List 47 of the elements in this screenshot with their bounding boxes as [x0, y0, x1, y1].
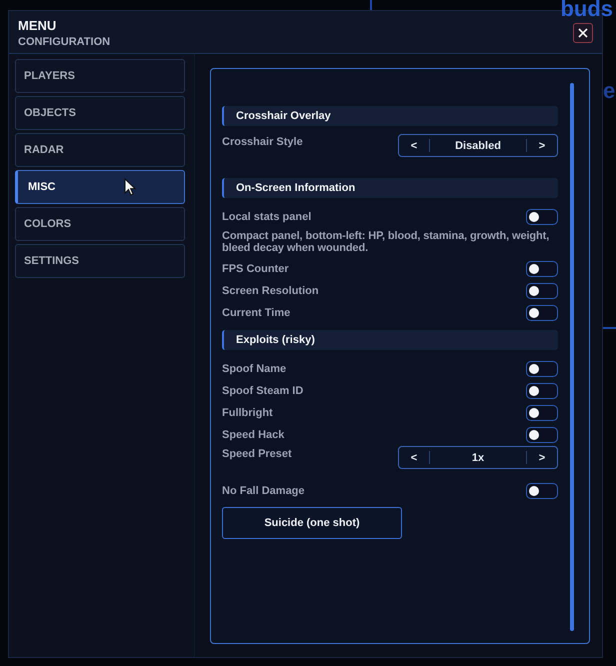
setting-label: Crosshair Style	[222, 135, 303, 149]
suicide-button[interactable]: Suicide (one shot)	[222, 507, 402, 539]
setting-label: Speed Preset	[222, 447, 292, 461]
setting-label: Fullbright	[222, 407, 273, 419]
sidebar-item[interactable]: PLAYERS	[15, 59, 185, 93]
close-button[interactable]	[573, 23, 593, 43]
setting-label: Spoof Steam ID	[222, 385, 304, 397]
setting-label: Screen Resolution	[222, 285, 319, 297]
window-title: MENU	[18, 18, 58, 33]
setting-label: Current Time	[222, 307, 290, 319]
close-icon	[578, 28, 588, 38]
previous-button[interactable]: <	[399, 140, 429, 152]
description-text: Compact panel, bottom-left: HP, blood, stamina, growth, weight, bleed decay when wounded.	[222, 230, 550, 254]
next-button[interactable]: >	[527, 140, 557, 152]
setting-label: Spoof Name	[222, 363, 286, 375]
window-subtitle: CONFIGURATION	[18, 35, 110, 49]
stepper-value: 1x	[470, 452, 486, 464]
value-stepper[interactable]: < Disabled >	[398, 134, 558, 157]
previous-button[interactable]: <	[399, 452, 429, 464]
sidebar-item[interactable]: RADAR	[15, 133, 185, 167]
sidebar-item[interactable]: SETTINGS	[15, 244, 185, 278]
sidebar-item[interactable]: MISC	[15, 170, 185, 204]
toggle-switch[interactable]	[526, 209, 558, 225]
toggle-switch[interactable]	[526, 383, 558, 399]
toggle-switch[interactable]	[526, 405, 558, 421]
setting-label: No Fall Damage	[222, 485, 305, 497]
toggle-switch[interactable]	[526, 427, 558, 443]
section-header: On-Screen Information	[222, 178, 558, 198]
value-stepper[interactable]: < 1x >	[398, 446, 558, 469]
scrollbar[interactable]	[570, 83, 574, 631]
setting-label: Local stats panel	[222, 211, 312, 223]
sidebar-item[interactable]: COLORS	[15, 207, 185, 241]
cursor-icon	[124, 178, 136, 196]
setting-label: Speed Hack	[222, 429, 284, 441]
section-header: Crosshair Overlay	[222, 106, 558, 126]
section-header: Exploits (risky)	[222, 330, 558, 350]
toggle-switch[interactable]	[526, 305, 558, 321]
background-text: e	[603, 80, 616, 102]
next-button[interactable]: >	[527, 452, 557, 464]
setting-label: FPS Counter	[222, 263, 289, 275]
toggle-switch[interactable]	[526, 283, 558, 299]
toggle-switch[interactable]	[526, 361, 558, 377]
sidebar-item[interactable]: OBJECTS	[15, 96, 185, 130]
toggle-switch[interactable]	[526, 483, 558, 499]
toggle-switch[interactable]	[526, 261, 558, 277]
stepper-value: Disabled	[454, 140, 502, 152]
background-text: buds	[560, 0, 613, 20]
